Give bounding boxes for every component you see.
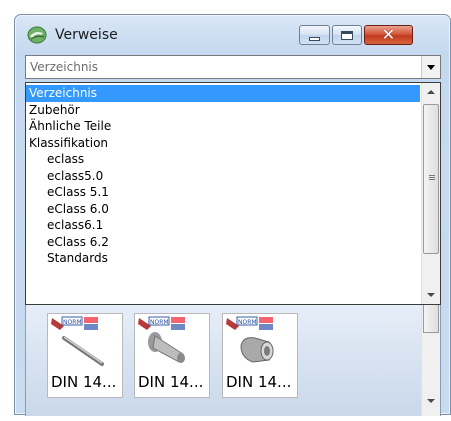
- category-combobox[interactable]: Verzeichnis: [25, 55, 441, 79]
- part-tile-label: DIN 14...: [226, 373, 292, 391]
- dropdown-item[interactable]: eclass5.0: [26, 168, 420, 185]
- content-scroll-down-button[interactable]: [422, 392, 440, 410]
- sleeve-part-icon: NORM: [226, 316, 274, 363]
- scroll-thumb[interactable]: [423, 104, 439, 254]
- grip-icon: [429, 175, 435, 176]
- maximize-button[interactable]: [332, 25, 362, 45]
- dropdown-item[interactable]: eClass 6.0: [26, 201, 420, 218]
- part-tile[interactable]: NORM DIN 14...: [47, 313, 123, 398]
- chevron-down-icon: [427, 64, 435, 70]
- app-icon: [27, 26, 47, 44]
- title-bar[interactable]: Verweise ✕: [15, 15, 450, 55]
- part-tile-label: DIN 14...: [51, 373, 117, 391]
- category-dropdown-list[interactable]: Verzeichnis Zubehör Ähnliche Teile Klassifi…: [25, 82, 441, 305]
- pin-part-icon: NORM: [51, 316, 104, 366]
- maximize-icon: [341, 30, 353, 40]
- dropdown-item[interactable]: Zubehör: [26, 102, 420, 119]
- window-title: Verweise: [55, 27, 118, 43]
- part-tile[interactable]: NORM DIN 14...: [222, 313, 298, 398]
- minimize-icon: [309, 37, 320, 41]
- combobox-value: Verzeichnis: [30, 60, 99, 74]
- scroll-up-button[interactable]: [422, 83, 440, 101]
- verweise-window: Verweise ✕ Verzeichnis NORM DIN 14... NO…: [14, 14, 451, 416]
- dropdown-item[interactable]: eClass 5.1: [26, 184, 420, 201]
- svg-text:NORM: NORM: [150, 319, 169, 326]
- dropdown-item[interactable]: Standards: [26, 250, 420, 267]
- arrow-down-icon: [427, 399, 435, 403]
- dropdown-item[interactable]: Ähnliche Teile: [26, 118, 420, 135]
- part-tile[interactable]: NORM DIN 14...: [134, 313, 210, 398]
- dropdown-item[interactable]: Verzeichnis: [26, 85, 420, 102]
- close-icon: ✕: [381, 25, 396, 44]
- minimize-button[interactable]: [299, 25, 330, 45]
- results-panel: NORM DIN 14... NORM DIN 14... NORM DIN 1…: [25, 305, 441, 416]
- close-button[interactable]: ✕: [364, 25, 413, 45]
- combobox-dropdown-button[interactable]: [421, 56, 440, 78]
- dropdown-item[interactable]: eclass6.1: [26, 217, 420, 234]
- arrow-up-icon: [427, 90, 435, 94]
- dropdown-scrollbar[interactable]: [421, 83, 440, 304]
- dropdown-items: Verzeichnis Zubehör Ähnliche Teile Klassifi…: [26, 85, 420, 267]
- content-scroll-thumb[interactable]: [423, 305, 439, 333]
- dropdown-item[interactable]: eclass: [26, 151, 420, 168]
- part-tile-label: DIN 14...: [138, 373, 204, 391]
- scroll-down-button[interactable]: [422, 286, 440, 304]
- content-scrollbar[interactable]: [421, 305, 440, 416]
- dropdown-item[interactable]: Klassifikation: [26, 135, 420, 152]
- dropdown-item[interactable]: eClass 6.2: [26, 234, 420, 251]
- bolt-part-icon: NORM: [138, 316, 185, 363]
- svg-text:NORM: NORM: [63, 319, 82, 326]
- svg-text:NORM: NORM: [238, 319, 257, 326]
- arrow-down-icon: [427, 293, 435, 297]
